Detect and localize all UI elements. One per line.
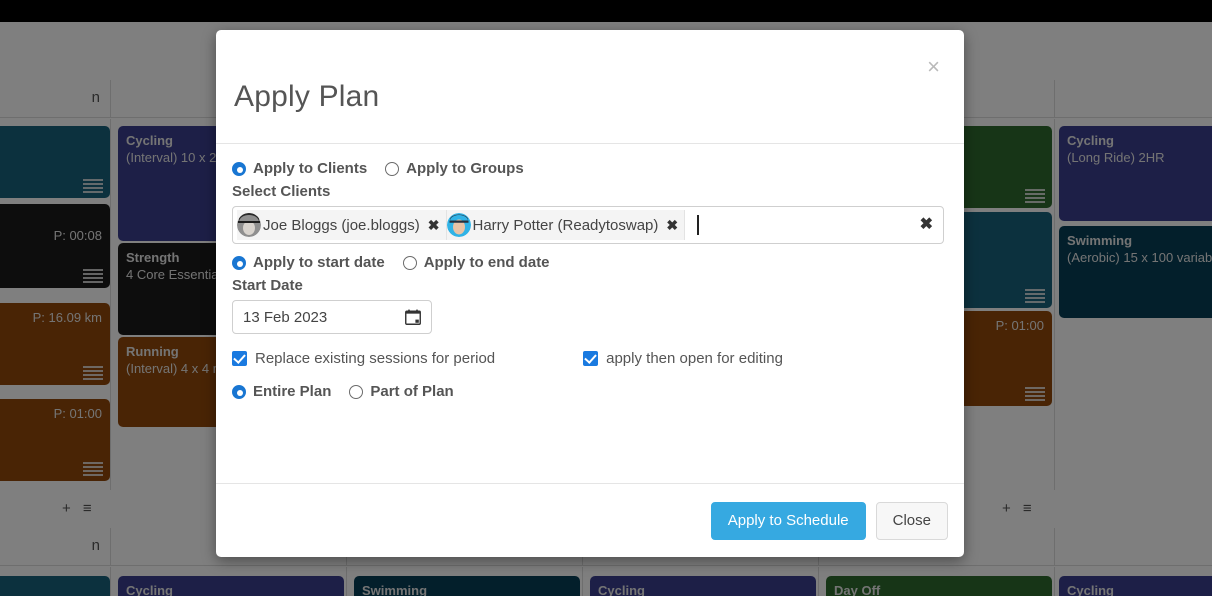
apply-target-radio-group: Apply to Clients Apply to Groups — [232, 160, 948, 177]
radio-indicator — [232, 255, 246, 270]
radio-apply-to-groups[interactable]: Apply to Groups — [385, 160, 524, 177]
radio-label: Apply to end date — [423, 254, 550, 271]
client-tag-label: Harry Potter (Readytoswap) — [472, 216, 659, 234]
select-clients-input[interactable]: Joe Bloggs (joe.bloggs) ✖ Harry Potter (… — [232, 206, 944, 244]
select-clients-label: Select Clients — [232, 183, 331, 200]
calendar-icon[interactable] — [405, 309, 421, 325]
radio-indicator — [232, 384, 246, 399]
start-date-input[interactable]: 13 Feb 2023 — [232, 300, 432, 334]
avatar — [237, 213, 261, 237]
client-tag[interactable]: Harry Potter (Readytoswap) ✖ — [446, 210, 686, 240]
checkbox-indicator — [583, 351, 599, 366]
radio-entire-plan[interactable]: Entire Plan — [232, 383, 331, 400]
radio-part-of-plan[interactable]: Part of Plan — [349, 383, 454, 400]
dialog-footer: Apply to Schedule Close — [216, 483, 964, 557]
checkbox-label: apply then open for editing — [606, 350, 783, 367]
checkbox-label: Replace existing sessions for period — [255, 350, 496, 367]
radio-apply-to-start-date[interactable]: Apply to start date — [232, 254, 385, 271]
browser-top-bar — [0, 0, 1212, 22]
plan-scope-radio-group: Entire Plan Part of Plan — [232, 383, 948, 400]
radio-label: Apply to start date — [253, 254, 385, 271]
checkbox-apply-then-open-for-editing[interactable]: apply then open for editing — [583, 350, 783, 367]
close-icon[interactable]: × — [921, 52, 946, 82]
start-date-value: 13 Feb 2023 — [243, 308, 328, 326]
client-tag-label: Joe Bloggs (joe.bloggs) — [263, 216, 420, 234]
radio-indicator — [385, 161, 400, 176]
radio-apply-to-clients[interactable]: Apply to Clients — [232, 160, 367, 177]
remove-client-icon[interactable]: ✖ — [666, 218, 678, 232]
app-root: nSatout your plan!uick core)P: 00:08P: 1… — [0, 0, 1212, 596]
close-button[interactable]: Close — [875, 501, 948, 540]
avatar — [446, 213, 471, 237]
apply-plan-dialog: × Apply Plan Apply to Clients Apply to G… — [216, 30, 964, 557]
dialog-header: × Apply Plan — [216, 30, 964, 144]
radio-apply-to-end-date[interactable]: Apply to end date — [402, 254, 550, 271]
checkbox-indicator — [232, 351, 247, 366]
options-checkbox-group: Replace existing sessions for period app… — [232, 350, 948, 367]
radio-label: Part of Plan — [370, 383, 454, 400]
radio-label: Apply to Groups — [406, 160, 524, 177]
clear-all-clients-icon[interactable]: ✖ — [920, 217, 933, 233]
radio-label: Apply to Clients — [253, 160, 368, 177]
remove-client-icon[interactable]: ✖ — [428, 218, 440, 232]
dialog-body: Apply to Clients Apply to Groups Select … — [216, 144, 964, 483]
checkbox-replace-existing-sessions[interactable]: Replace existing sessions for period — [232, 350, 495, 367]
date-mode-radio-group: Apply to start date Apply to end date — [232, 254, 948, 271]
apply-to-schedule-button[interactable]: Apply to Schedule — [710, 501, 866, 540]
dialog-title: Apply Plan — [234, 80, 380, 113]
radio-indicator — [232, 161, 246, 176]
client-tag[interactable]: Joe Bloggs (joe.bloggs) ✖ — [237, 210, 447, 240]
radio-label: Entire Plan — [253, 383, 332, 400]
text-cursor — [697, 215, 700, 235]
radio-indicator — [402, 255, 417, 270]
start-date-label: Start Date — [232, 277, 303, 294]
radio-indicator — [349, 384, 364, 399]
